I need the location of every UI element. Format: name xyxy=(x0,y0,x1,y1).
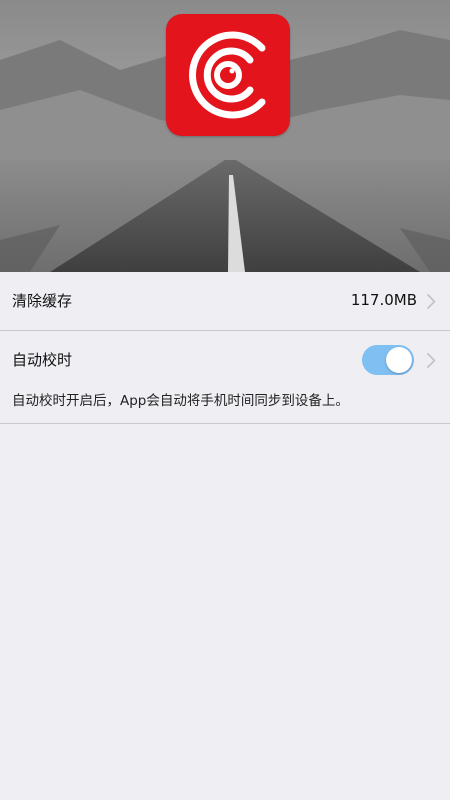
clear-cache-row[interactable]: 清除缓存 117.0MB xyxy=(0,272,450,331)
auto-time-sync-label: 自动校时 xyxy=(12,351,73,369)
chevron-right-icon xyxy=(427,294,436,309)
auto-time-sync-row: 自动校时 自动校时开启后，App会自动将手机时间同步到设备上。 xyxy=(0,331,450,424)
auto-time-sync-toggle[interactable] xyxy=(362,345,414,375)
cache-size-value: 117.0MB xyxy=(350,291,417,309)
toggle-knob xyxy=(386,347,412,373)
chevron-right-icon xyxy=(427,353,436,368)
auto-time-sync-description: 自动校时开启后，App会自动将手机时间同步到设备上。 xyxy=(12,393,349,409)
settings-list: 清除缓存 117.0MB 自动校时 自动校时开启后，App会自动将手机时间同步到… xyxy=(0,272,450,424)
camera-c-logo-icon xyxy=(166,14,290,136)
hero-banner xyxy=(0,0,450,272)
clear-cache-label: 清除缓存 xyxy=(12,292,73,310)
